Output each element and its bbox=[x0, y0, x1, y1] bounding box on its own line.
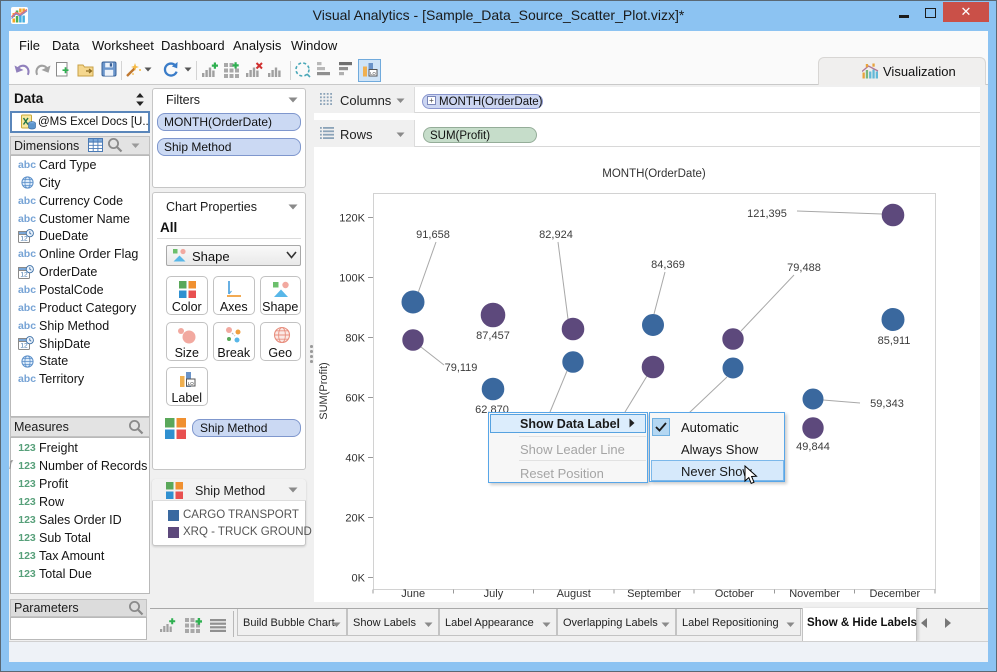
svg-text:40K: 40K bbox=[345, 453, 365, 465]
svg-text:85,911: 85,911 bbox=[878, 335, 911, 347]
svg-text:August: August bbox=[557, 588, 591, 600]
svg-text:LO: LO bbox=[188, 381, 195, 386]
svg-text:60K: 60K bbox=[345, 393, 365, 405]
svg-text:80K: 80K bbox=[345, 333, 365, 345]
svg-text:49,844: 49,844 bbox=[796, 441, 830, 453]
svg-text:SUM(Profit): SUM(Profit) bbox=[318, 362, 330, 419]
svg-text:September: September bbox=[627, 588, 681, 600]
svg-text:100K: 100K bbox=[339, 273, 365, 285]
svg-text:October: October bbox=[715, 588, 754, 600]
svg-text:82,924: 82,924 bbox=[539, 229, 573, 241]
svg-text:July: July bbox=[484, 588, 504, 600]
svg-text:84,369: 84,369 bbox=[651, 259, 685, 271]
svg-text:79,488: 79,488 bbox=[787, 262, 821, 274]
svg-text:79,119: 79,119 bbox=[445, 362, 478, 374]
svg-text:120K: 120K bbox=[339, 213, 365, 225]
svg-text:59,343: 59,343 bbox=[870, 398, 904, 410]
svg-text:November: November bbox=[789, 588, 840, 600]
svg-text:MONTH(OrderDate): MONTH(OrderDate) bbox=[602, 168, 706, 180]
svg-text:121,395: 121,395 bbox=[747, 208, 787, 220]
svg-text:December: December bbox=[869, 588, 920, 600]
svg-text:12: 12 bbox=[20, 271, 28, 278]
svg-text:91,658: 91,658 bbox=[416, 229, 450, 241]
svg-text:12: 12 bbox=[20, 343, 28, 350]
svg-text:12: 12 bbox=[20, 235, 28, 242]
svg-text:0K: 0K bbox=[352, 573, 366, 585]
svg-text:LO: LO bbox=[370, 71, 376, 76]
svg-text:20K: 20K bbox=[345, 513, 365, 525]
svg-text:June: June bbox=[401, 588, 425, 600]
svg-text:87,457: 87,457 bbox=[476, 330, 510, 342]
